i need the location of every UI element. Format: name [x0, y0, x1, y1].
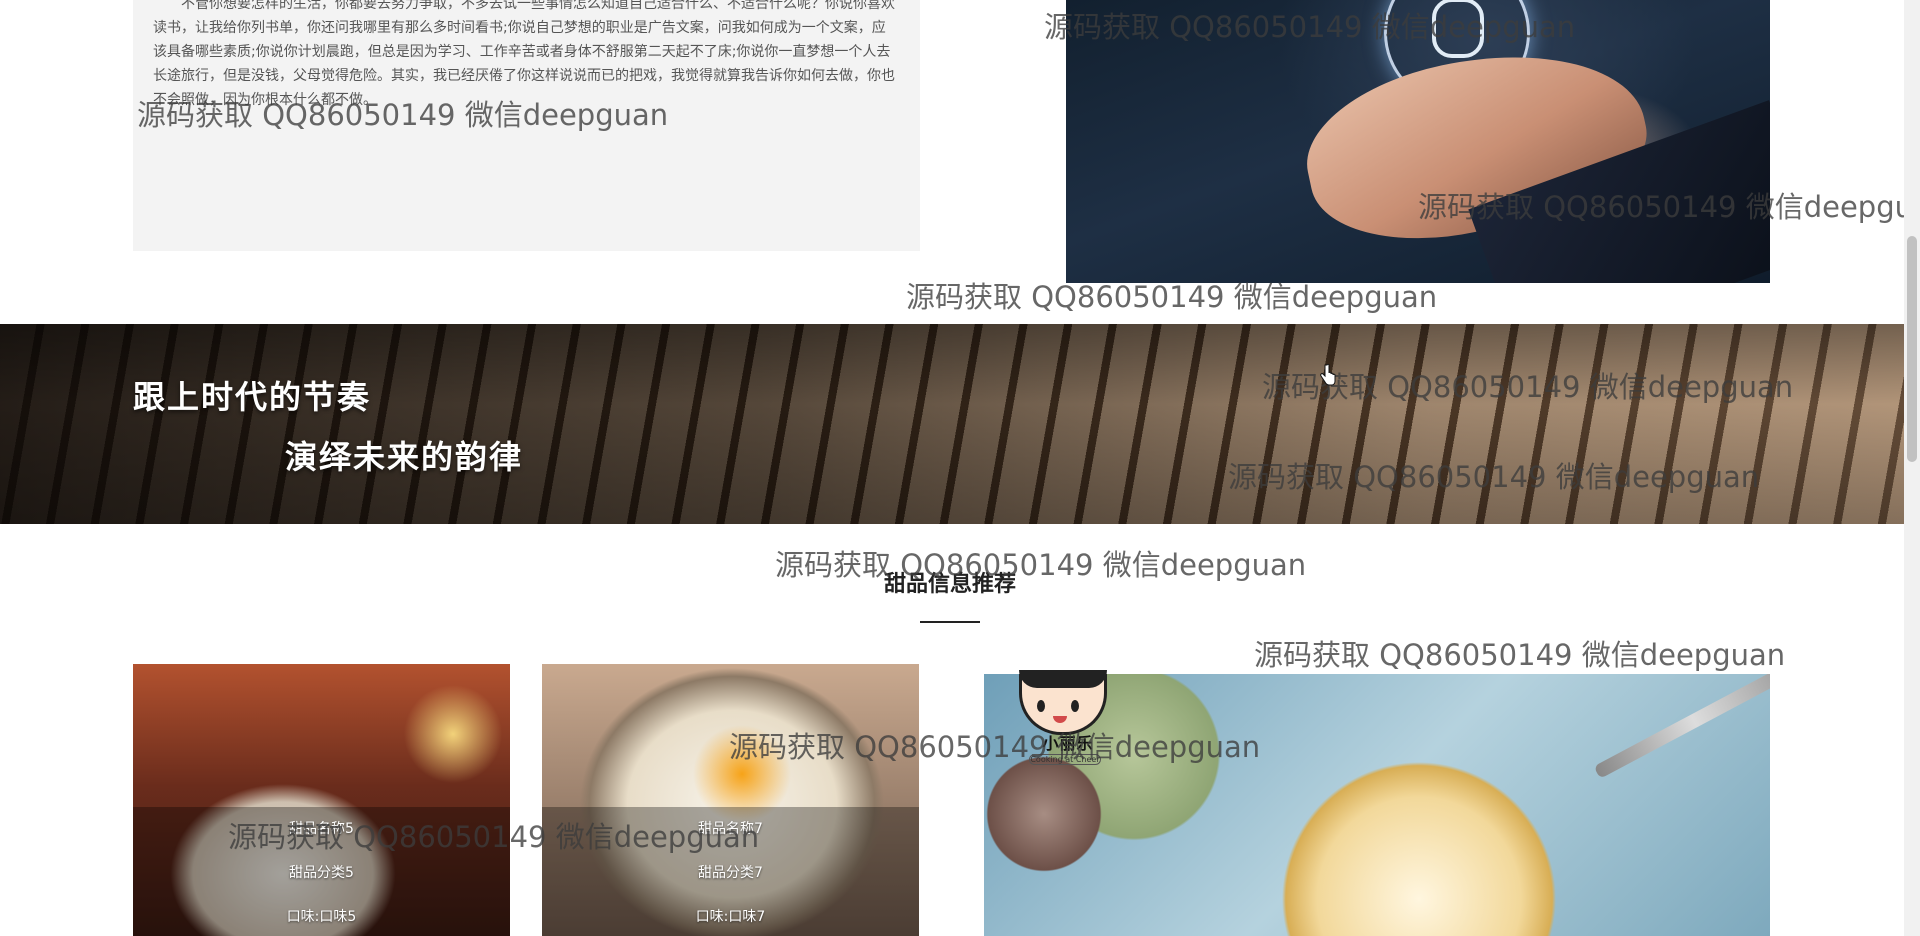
watermark: 源码获取 QQ86050149 微信deepguan	[137, 98, 669, 132]
mascot-hair	[1019, 670, 1107, 688]
fork-graphic	[1593, 674, 1770, 779]
watermark: 源码获取 QQ86050149 微信deepguan	[775, 548, 1307, 582]
product-card[interactable]: 甜品名称7 甜品分类7 口味:口味7	[542, 664, 919, 936]
product-flavor: 口味:口味5	[286, 909, 357, 925]
watermark: 源码获取 QQ86050149 微信deepguan	[1262, 370, 1794, 404]
watermark: 源码获取 QQ86050149 微信deepguan	[1228, 460, 1760, 494]
product-category: 甜品分类5	[289, 865, 354, 881]
hand-cursor-icon	[1320, 364, 1336, 386]
mascot-eye	[1037, 700, 1045, 712]
scrollbar-thumb[interactable]	[1907, 236, 1917, 462]
watermark: 源码获取 QQ86050149 微信deepguan	[1418, 190, 1920, 224]
product-card[interactable]: 甜品名称5 甜品分类5 口味:口味5	[133, 664, 510, 936]
watermark: 源码获取 QQ86050149 微信deepguan	[729, 730, 1261, 764]
watermark: 源码获取 QQ86050149 微信deepguan	[906, 280, 1438, 314]
section-title-underline	[920, 621, 980, 623]
watermark: 源码获取 QQ86050149 微信deepguan	[1254, 638, 1786, 672]
watermark: 源码获取 QQ86050149 微信deepguan	[1044, 10, 1576, 44]
banner-slogan-1: 跟上时代的节奏	[133, 378, 372, 416]
mascot-eye	[1071, 700, 1079, 712]
product-category: 甜品分类7	[698, 865, 763, 881]
banner-slogan-2: 演绎未来的韵律	[285, 438, 524, 476]
product-flavor: 口味:口味7	[695, 909, 766, 925]
page-scrollbar[interactable]	[1904, 0, 1920, 936]
watermark: 源码获取 QQ86050149 微信deepguan	[228, 820, 760, 854]
